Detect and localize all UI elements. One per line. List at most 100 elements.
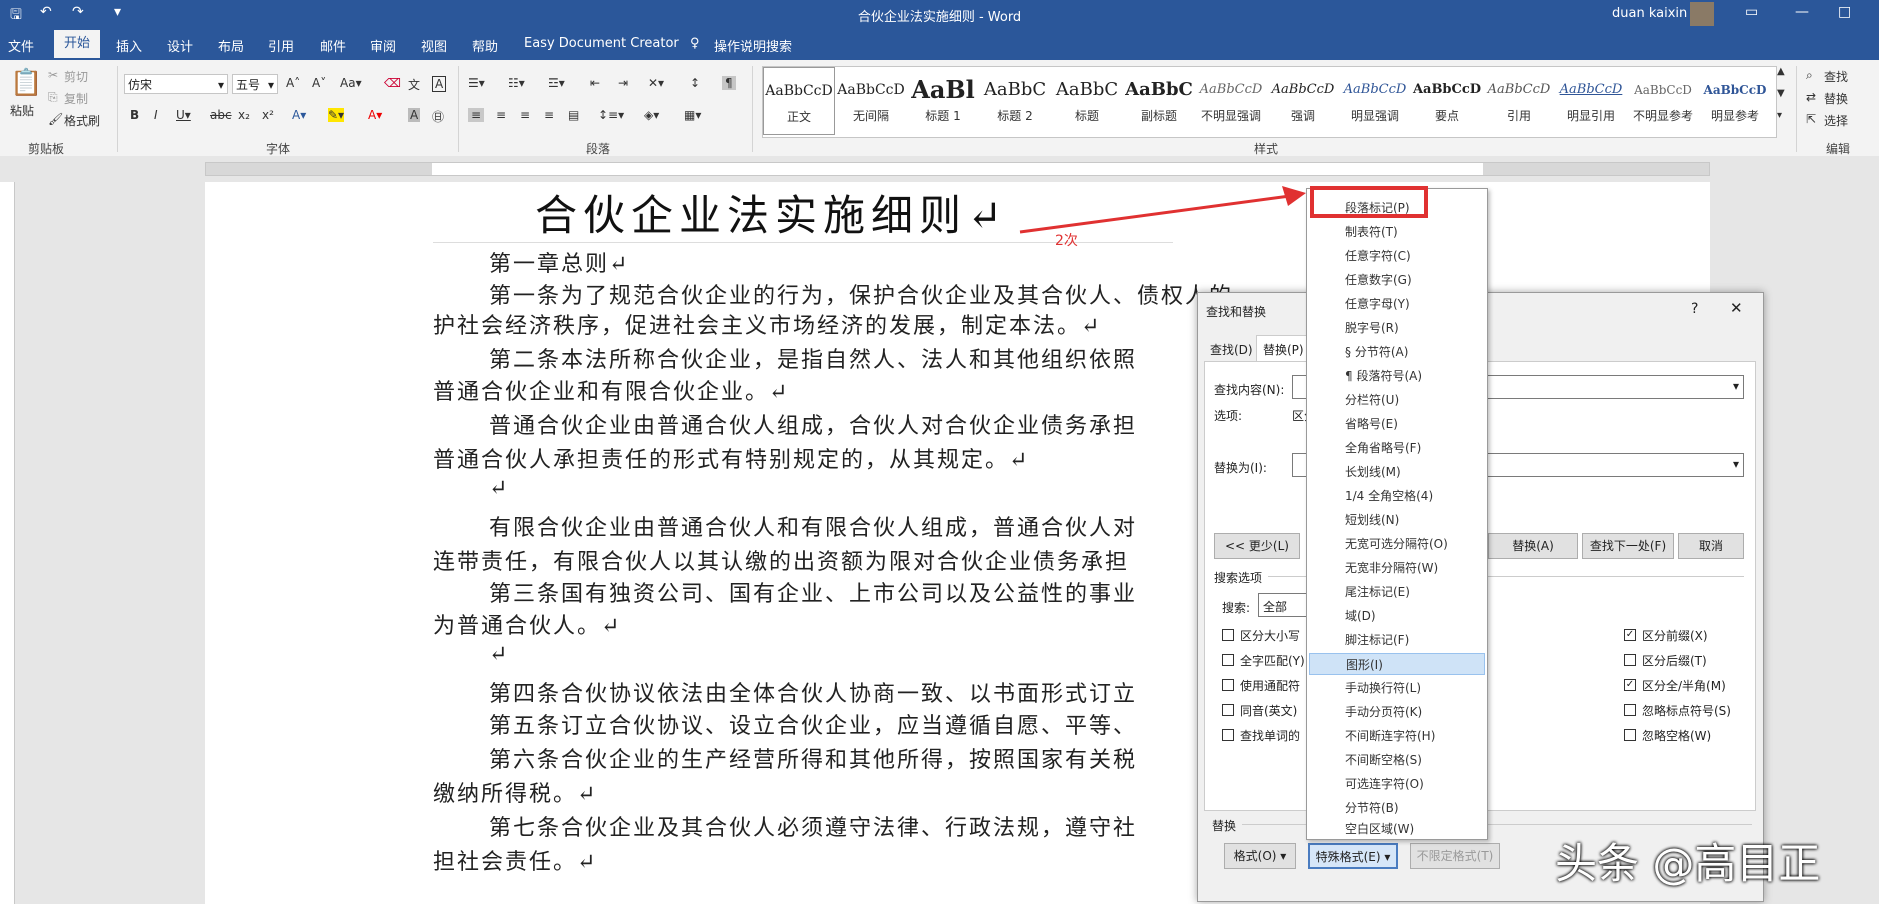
character-border-icon[interactable]: A [432, 76, 447, 92]
menu-item-full-width-ellipsis[interactable]: 全角省略号(F) [1309, 437, 1485, 459]
multilevel-list-icon[interactable]: ☲▾ [548, 76, 565, 90]
word-forms-checkbox[interactable] [1222, 729, 1234, 741]
subscript-icon[interactable]: x₂ [238, 108, 250, 122]
document-title[interactable]: 合伙企业法实施细则↵ [535, 182, 1008, 243]
close-icon[interactable]: ✕ [1730, 299, 1743, 317]
doc-line[interactable]: 第一条为了规范合伙企业的行为，保护合伙企业及其合伙人、债权人的 [489, 278, 1233, 310]
show-hide-marks-icon[interactable]: ¶ [722, 76, 736, 90]
align-right-icon[interactable]: ≡ [520, 108, 530, 122]
menu-item-nonbreaking-hyphen[interactable]: 不间断连字符(H) [1309, 725, 1485, 747]
menu-item-zero-width-optional-break[interactable]: 无宽可选分隔符(O) [1309, 533, 1485, 555]
doc-line[interactable]: 第三条国有独资公司、国有企业、上市公司以及公益性的事业 [489, 576, 1137, 608]
maximize-icon[interactable]: □ [1838, 4, 1851, 20]
tab-insert[interactable]: 插入 [116, 36, 142, 55]
doc-line[interactable]: ↵ [489, 476, 509, 501]
copy-button[interactable]: 复制 [64, 90, 88, 107]
menu-item-optional-hyphen[interactable]: 可选连字符(O) [1309, 773, 1485, 795]
replace-icon[interactable]: ⇄ [1806, 90, 1816, 104]
tab-replace[interactable]: 替换(P) [1256, 335, 1311, 363]
doc-line[interactable]: 为普通合伙人。↵ [433, 608, 621, 640]
style-intense-reference[interactable]: AaBbCcD 明显参考 [1699, 67, 1771, 135]
style-no-spacing[interactable]: AaBbCcD 无间隔 [835, 67, 907, 135]
menu-item-column-break[interactable]: 分栏符(U) [1309, 389, 1485, 411]
cut-icon[interactable]: ✂ [48, 68, 58, 82]
character-shading-icon[interactable]: A [408, 108, 421, 122]
format-painter-button[interactable]: 格式刷 [64, 112, 100, 129]
shading-icon[interactable]: ◈▾ [644, 108, 659, 122]
doc-line[interactable]: 第四条合伙协议依法由全体合伙人协商一致、以书面形式订立 [489, 676, 1137, 708]
menu-item-footnote-mark[interactable]: 脚注标记(F) [1309, 629, 1485, 651]
format-button[interactable]: 格式(O) ▾ [1224, 843, 1296, 869]
replace-button[interactable]: 替换 [1824, 90, 1848, 107]
match-case-checkbox[interactable] [1222, 629, 1234, 641]
shrink-font-icon[interactable]: A˅ [312, 76, 326, 90]
menu-item-quarter-em-space[interactable]: 1/4 全角空格(4) [1309, 485, 1485, 507]
ignore-punctuation-checkbox[interactable] [1624, 704, 1636, 716]
ribbon-display-options-icon[interactable]: ▭ [1745, 4, 1758, 20]
borders-icon[interactable]: ▦▾ [684, 108, 701, 122]
horizontal-ruler[interactable] [205, 162, 1710, 176]
menu-item-en-dash[interactable]: 短划线(N) [1309, 509, 1485, 531]
menu-item-nonbreaking-space[interactable]: 不间断空格(S) [1309, 749, 1485, 771]
doc-line[interactable]: 普通合伙人承担责任的形式有特别规定的，从其规定。↵ [433, 442, 1029, 474]
whole-word-checkbox[interactable] [1222, 654, 1234, 666]
doc-line[interactable]: 普通合伙企业和有限合伙企业。↵ [433, 374, 789, 406]
doc-line[interactable]: 普通合伙企业由普通合伙人组成，合伙人对合伙企业债务承担 [489, 408, 1137, 440]
align-center-icon[interactable]: ≡ [496, 108, 506, 122]
style-normal[interactable]: AaBbCcD 正文 [763, 67, 835, 135]
tab-review[interactable]: 审阅 [370, 36, 396, 55]
less-button[interactable]: << 更少(L) [1214, 533, 1300, 559]
chevron-down-icon[interactable]: ▾ [1733, 457, 1739, 471]
menu-item-manual-line-break[interactable]: 手动换行符(L) [1309, 677, 1485, 699]
tab-references[interactable]: 引用 [268, 36, 294, 55]
help-icon[interactable]: ? [1691, 301, 1698, 317]
user-name[interactable]: duan kaixin [1612, 6, 1687, 21]
menu-item-any-character[interactable]: 任意字符(C) [1309, 245, 1485, 267]
cut-button[interactable]: 剪切 [64, 68, 88, 85]
doc-line[interactable]: 第一章总则↵ [489, 246, 629, 278]
match-prefix-checkbox[interactable]: ✓ [1624, 629, 1636, 641]
doc-line[interactable]: 第六条合伙企业的生产经营所得和其他所得，按照国家有关税 [489, 742, 1137, 774]
styles-more-icon[interactable]: ▾ [1777, 110, 1782, 121]
grow-font-icon[interactable]: A˄ [286, 76, 300, 90]
doc-line[interactable]: 缴纳所得税。↵ [433, 776, 597, 808]
match-width-checkbox[interactable]: ✓ [1624, 679, 1636, 691]
text-effects-icon[interactable]: A▾ [292, 108, 306, 122]
wildcards-checkbox[interactable] [1222, 679, 1234, 691]
style-emphasis[interactable]: AaBbCcD 强调 [1267, 67, 1339, 135]
strikethrough-icon[interactable]: abc [210, 108, 232, 122]
line-spacing-icon[interactable]: ↕≡▾ [598, 108, 624, 122]
styles-scroll-down-icon[interactable]: ▼ [1777, 88, 1785, 99]
doc-line[interactable]: 护社会经济秩序，促进社会主义市场经济的发展，制定本法。↵ [433, 308, 1101, 340]
menu-item-section-break[interactable]: 分节符(B) [1309, 797, 1485, 819]
style-subtle-reference[interactable]: AaBbCcD 不明显参考 [1627, 67, 1699, 135]
doc-line[interactable]: 第七条合伙企业及其合伙人必须遵守法律、行政法规，遵守社 [489, 810, 1137, 842]
tab-easy-document-creator[interactable]: Easy Document Creator [524, 36, 679, 51]
decrease-indent-icon[interactable]: ⇤ [590, 76, 600, 90]
vertical-ruler[interactable] [0, 182, 15, 904]
style-heading-2[interactable]: AaBbC 标题 2 [979, 67, 1051, 135]
bold-icon[interactable]: B [130, 108, 139, 122]
italic-icon[interactable]: I [154, 108, 158, 122]
increase-indent-icon[interactable]: ⇥ [618, 76, 628, 90]
style-heading-1[interactable]: AaBl 标题 1 [907, 67, 979, 135]
style-title[interactable]: AaBbC 标题 [1051, 67, 1123, 135]
highlight-icon[interactable]: ✎▾ [328, 108, 345, 122]
cancel-button[interactable]: 取消 [1678, 533, 1744, 559]
tab-layout[interactable]: 布局 [218, 36, 244, 55]
menu-item-field[interactable]: 域(D) [1309, 605, 1485, 627]
chevron-down-icon[interactable]: ▾ [1733, 379, 1739, 393]
select-icon[interactable]: ⇱ [1806, 112, 1816, 126]
ignore-whitespace-checkbox[interactable] [1624, 729, 1636, 741]
doc-line[interactable]: 第五条订立合伙协议、设立合伙企业，应当遵循自愿、平等、 [489, 708, 1137, 740]
tab-view[interactable]: 视图 [421, 36, 447, 55]
style-subtle-emphasis[interactable]: AaBbCcD 不明显强调 [1195, 67, 1267, 135]
menu-item-tab-character[interactable]: 制表符(T) [1309, 221, 1485, 243]
doc-line[interactable]: 连带责任，有限合伙人以其认缴的出资额为限对合伙企业债务承担 [433, 544, 1129, 576]
avatar[interactable] [1690, 2, 1714, 26]
clear-formatting-icon[interactable]: ⌫ [384, 76, 401, 90]
menu-item-paragraph-character[interactable]: ¶ 段落符号(A) [1309, 365, 1485, 387]
doc-line[interactable]: 第二条本法所称合伙企业，是指自然人、法人和其他组织依照 [489, 342, 1137, 374]
tab-find[interactable]: 查找(D) [1210, 341, 1253, 358]
tab-home[interactable]: 开始 [54, 30, 101, 58]
